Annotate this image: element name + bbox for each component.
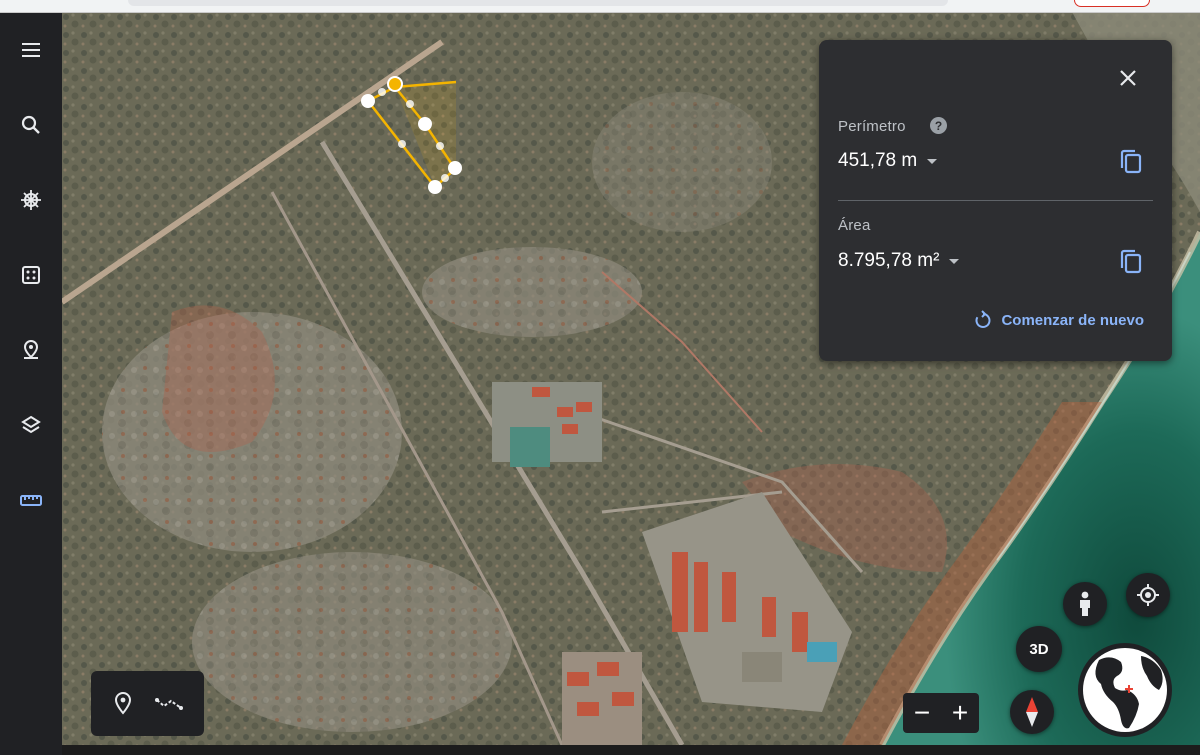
area-value: 8.795,78 m²: [838, 250, 940, 271]
add-placemark-button[interactable]: [105, 685, 141, 721]
settlement-north: [492, 382, 602, 467]
polygon-midpoint[interactable]: [441, 174, 449, 182]
polygon-vertex[interactable]: [387, 76, 403, 92]
address-bar[interactable]: [128, 0, 948, 6]
polygon-midpoint[interactable]: [398, 140, 406, 148]
projects-button[interactable]: [11, 330, 51, 370]
start-over-label: Comenzar de nuevo: [1001, 311, 1144, 329]
draw-path-button[interactable]: [151, 685, 187, 721]
area-unit-dropdown[interactable]: 8.795,78 m²: [838, 250, 960, 272]
dice-icon: [22, 266, 40, 284]
drawing-tools: [91, 671, 204, 736]
polygon-vertex[interactable]: [361, 94, 375, 108]
search-button[interactable]: [11, 105, 51, 145]
polygon-vertex[interactable]: [418, 117, 432, 131]
sidebar: [0, 12, 62, 755]
voyager-wheel-icon: [21, 190, 41, 210]
street-view-button[interactable]: [1063, 582, 1107, 626]
pegman-icon: [1080, 591, 1090, 616]
perimeter-label: Perímetro: [838, 118, 906, 135]
close-button[interactable]: [1112, 62, 1144, 94]
polygon-vertex[interactable]: [448, 161, 462, 175]
divider: [838, 200, 1153, 201]
compass-button[interactable]: [1010, 690, 1054, 734]
polygon-midpoint[interactable]: [406, 100, 414, 108]
restart-icon: [975, 310, 991, 328]
close-icon: [1120, 70, 1136, 86]
compass-needle-icon: [1026, 697, 1038, 727]
ruler-icon: [20, 495, 42, 506]
map-style-button[interactable]: [11, 405, 51, 445]
globe-icon: [1083, 648, 1167, 732]
feeling-lucky-button[interactable]: [11, 255, 51, 295]
start-over-button[interactable]: Comenzar de nuevo: [973, 310, 1144, 330]
measure-panel: Perímetro ? 451,78 m Área 8.795,78 m² Co…: [819, 40, 1172, 361]
perimeter-unit-dropdown[interactable]: 451,78 m: [838, 150, 938, 172]
help-icon[interactable]: ?: [930, 117, 947, 134]
zoom-controls: − +: [903, 693, 979, 733]
voyager-button[interactable]: [11, 180, 51, 220]
search-icon: [21, 115, 40, 134]
map-status-strip: [62, 745, 1200, 755]
projects-pin-icon: [23, 339, 39, 359]
polygon-vertex[interactable]: [428, 180, 442, 194]
layers-icon: [21, 415, 41, 434]
polygon-midpoint[interactable]: [436, 142, 444, 150]
perimeter-value: 451,78 m: [838, 150, 918, 171]
browser-profile-chip[interactable]: [1074, 0, 1150, 7]
zoom-in-button[interactable]: +: [941, 693, 979, 733]
crosshair-icon: [1137, 584, 1159, 606]
menu-icon: [22, 43, 40, 57]
toggle-3d-button[interactable]: 3D: [1016, 626, 1062, 672]
measure-button[interactable]: [11, 480, 51, 520]
path-icon: [155, 698, 183, 710]
area-label: Área: [838, 217, 871, 234]
browser-toolbar-edge: [0, 0, 1200, 13]
copy-area-icon[interactable]: [1118, 248, 1144, 276]
zoom-out-button[interactable]: −: [903, 693, 941, 733]
copy-perimeter-icon[interactable]: [1118, 148, 1144, 176]
menu-button[interactable]: [11, 30, 51, 70]
placemark-icon: [114, 691, 132, 715]
chevron-down-icon: [927, 158, 938, 164]
chevron-down-icon: [949, 258, 960, 264]
my-location-button[interactable]: [1126, 573, 1170, 617]
polygon-midpoint[interactable]: [378, 88, 386, 96]
globe-minimap[interactable]: [1078, 643, 1172, 737]
